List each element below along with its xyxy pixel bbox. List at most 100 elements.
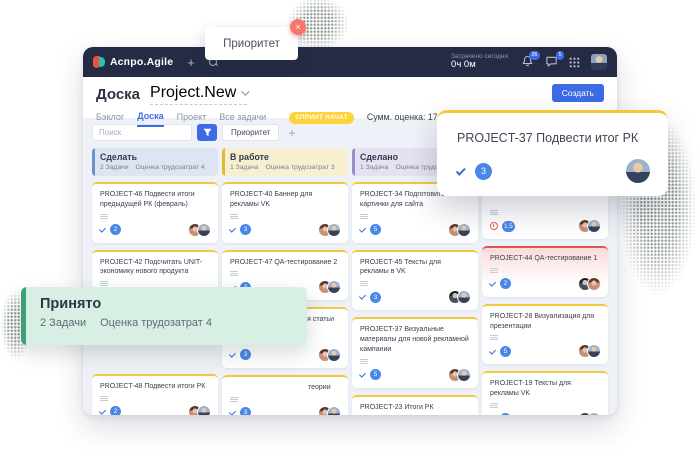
description-icon [490,210,498,211]
column-header[interactable]: Сделать 2 ЗадачиОценка трудозатрат 4 [92,148,218,176]
priority-tooltip-label: Приоритет [223,38,280,50]
task-card[interactable]: PROJECT-40 Баннер для рекламы VK 3 [222,182,348,243]
description-icon [230,271,238,272]
estimate-badge: 3 [475,163,492,180]
task-card[interactable]: PROJECT-45 Тексты для рекламы в VK 3 [352,250,478,311]
task-card[interactable]: PROJECT-48 Подвести итоги РК 2 [92,374,218,415]
check-icon [359,293,366,300]
priority-tooltip: Приоритет × [205,27,298,60]
accepted-column-callout: Принято 2 Задачи Оценка трудозатрат 4 [21,287,307,345]
logo-icon [93,56,105,68]
funnel-icon [203,128,212,137]
popup-task-title: PROJECT-37 Подвести итог РК [457,131,650,145]
description-icon [360,359,368,360]
time-tracker-value: 0ч 0м [451,60,508,71]
tab-all-tasks[interactable]: Все задачи [219,112,266,126]
check-icon [489,280,496,287]
description-icon [490,268,498,269]
callout-title: Принято [40,296,307,312]
estimate-badge: 3 [240,407,251,415]
column-header[interactable]: В работе 1 ЗадачаОценка трудозатрат 3 [222,148,348,176]
description-icon [360,214,368,215]
user-avatar[interactable] [591,54,607,70]
avatar [587,412,601,415]
estimate-badge: 1.5 [502,221,515,232]
check-icon [229,226,236,233]
avatar [327,406,341,415]
chevron-down-icon [241,87,249,95]
avatar [587,344,601,358]
avatar [327,223,341,237]
sprint-status-badge: СПРИНТ НАЧАТ [289,112,354,124]
check-icon [359,226,366,233]
description-icon [100,214,108,215]
avatar [197,223,211,237]
add-filter-icon[interactable]: + [288,126,295,140]
estimate-badge: 2 [110,406,121,415]
column-in-progress: В работе 1 ЗадачаОценка трудозатрат 3 PR… [222,148,348,415]
estimate-badge: 5 [500,413,511,415]
task-card-popup[interactable]: PROJECT-37 Подвести итог РК 3 [437,110,668,196]
tab-board[interactable]: Доска [137,111,163,127]
task-card[interactable]: PROJECT-37 Визуальные материалы для ново… [352,317,478,387]
description-icon [360,281,368,282]
avatar [327,280,341,294]
check-icon [359,371,366,378]
avatar [327,348,341,362]
column-todo: Сделать 2 ЗадачиОценка трудозатрат 4 PRO… [92,148,218,415]
app-header: Аспро.Agile + Затрачено сегодня 0ч 0м 26… [83,47,617,77]
description-icon [100,396,108,397]
estimate-badge: 5 [370,224,381,235]
avatar [457,368,471,382]
avatar [587,277,601,291]
avatar [197,405,211,415]
tab-project[interactable]: Проект [177,112,207,126]
estimate-badge: 2 [110,224,121,235]
callout-effort: Оценка трудозатрат 4 [100,317,212,329]
estimate-badge: 2 [500,278,511,289]
check-icon [99,226,106,233]
check-icon [99,408,106,415]
avatar [457,223,471,237]
avatar [626,159,650,183]
app-logo[interactable]: Аспро.Agile [93,56,173,68]
callout-tasks: 2 Задачи [40,317,86,329]
overdue-icon [490,222,498,230]
estimate-badge: 5 [500,346,511,357]
apps-menu-button[interactable] [569,56,580,68]
description-icon [490,403,498,404]
avatar [587,219,601,233]
task-card[interactable]: PROJECT-19 Тексты для рекламы VK 5 [482,371,608,415]
task-card[interactable]: PROJECT-28 Визуализация для презентации … [482,304,608,365]
task-card-alert[interactable]: PROJECT-44 QA-тестирование 1 2 [482,246,608,297]
tab-backlog[interactable]: Бэклог [96,112,124,126]
project-select[interactable]: Project.New [150,84,247,105]
logo-label: Аспро.Agile [110,56,173,68]
check-icon [229,409,236,415]
quick-add-icon[interactable]: + [187,56,195,69]
estimate-badge: 3 [240,349,251,360]
estimate-badge: 3 [370,292,381,303]
create-button[interactable]: Создать [552,84,604,102]
app-window: Аспро.Agile + Затрачено сегодня 0ч 0м 26… [83,47,617,415]
description-icon [230,214,238,215]
estimate-badge: 5 [370,369,381,380]
check-icon [456,165,466,175]
check-icon [489,347,496,354]
task-card[interactable]: PROJECT-46 Подвести итоги предыдущей РК … [92,182,218,243]
description-icon [490,335,498,336]
project-name: Project.New [150,84,236,102]
avatar [457,290,471,304]
description-icon [100,281,108,282]
task-card[interactable]: PROJECT-23 Итоги РК 5 [352,395,478,415]
description-icon [230,397,238,398]
estimate-badge: 3 [240,224,251,235]
task-card[interactable]: теории 3 [222,375,348,415]
notifications-button[interactable]: 26 [521,55,534,68]
close-icon[interactable]: × [290,19,306,35]
time-tracker[interactable]: Затрачено сегодня 0ч 0м [451,53,508,71]
messages-badge: 5 [556,51,564,60]
messages-button[interactable]: 5 [545,55,558,68]
page-title: Доска [96,86,140,103]
check-icon [229,351,236,358]
